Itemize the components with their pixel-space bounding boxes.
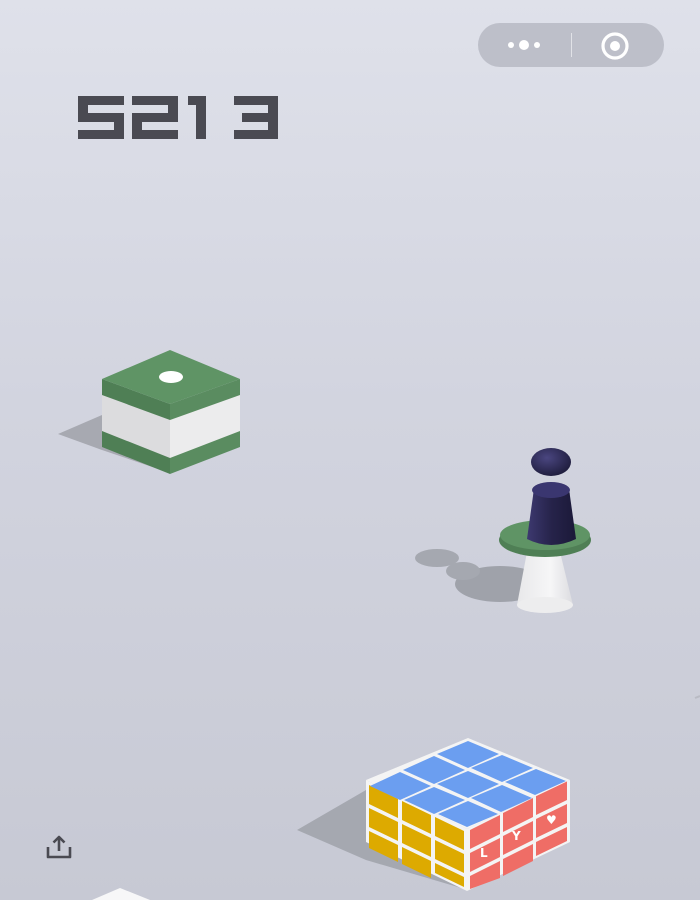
center-target-dot: [159, 371, 183, 383]
share-button[interactable]: [44, 832, 76, 864]
rubiks-cube-platform: L Y ♥: [297, 738, 570, 891]
pedestal-base-ellipse: [517, 597, 573, 613]
player-shadow: [446, 562, 480, 580]
cube-heart-icon: ♥: [546, 813, 557, 827]
player-body-top: [532, 482, 570, 498]
edge-hint: [694, 695, 700, 699]
share-upload-icon: [46, 835, 72, 859]
game-scene: L Y ♥: [58, 350, 700, 900]
player-piece: [527, 448, 576, 545]
partial-white-platform: [92, 888, 150, 900]
cube-letter-l: L: [480, 846, 488, 860]
player-head: [531, 448, 571, 476]
green-box-platform: [58, 350, 240, 474]
cube-letter-y: Y: [511, 829, 521, 843]
